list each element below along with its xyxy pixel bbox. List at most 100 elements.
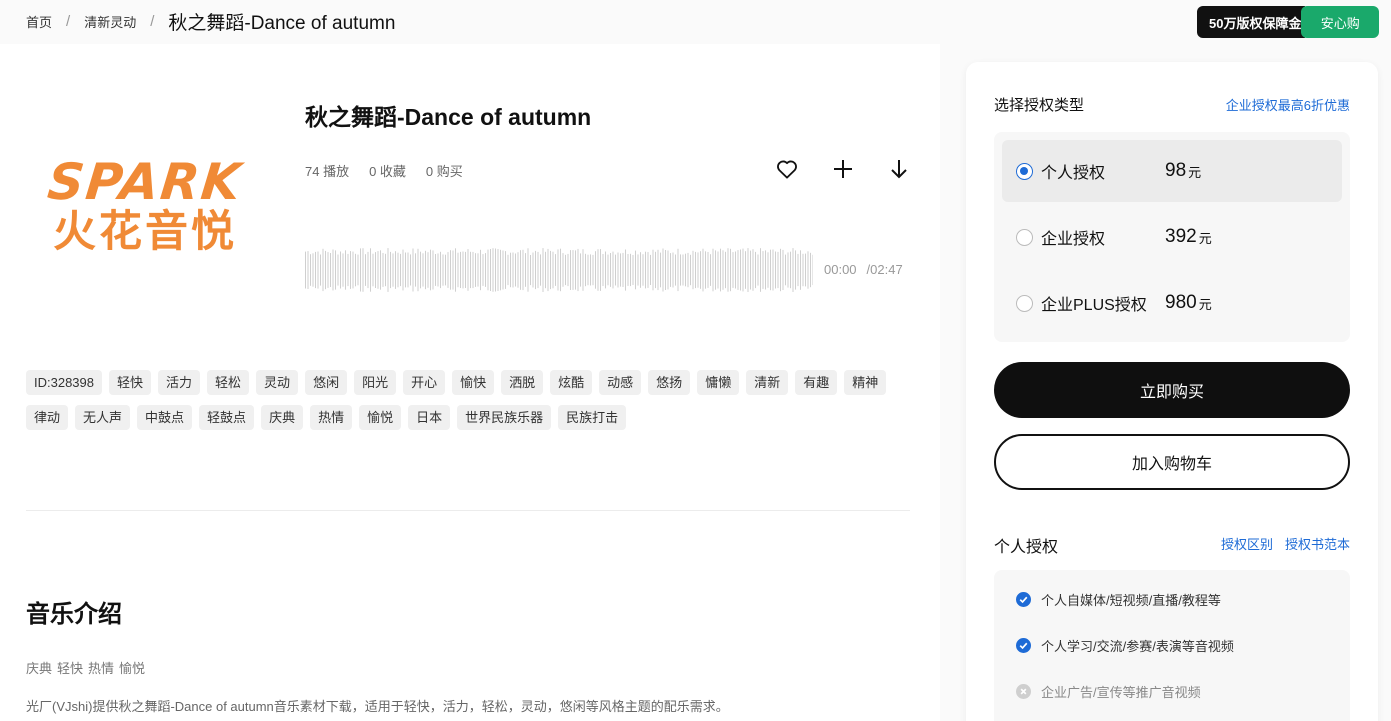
logo-text-bottom: 火花音悦 [53, 207, 237, 258]
tag[interactable]: 愉悦 [359, 405, 402, 430]
waveform-bar [395, 251, 396, 289]
intro-tag[interactable]: 轻快 [57, 658, 83, 677]
time-display: 00:00 /02:47 [824, 262, 903, 277]
buy-now-button[interactable]: 立即购买 [994, 362, 1350, 418]
intro-tag[interactable]: 愉悦 [119, 658, 145, 677]
tag[interactable]: 中鼓点 [137, 405, 193, 430]
waveform-bar [812, 254, 813, 286]
waveform-bar [435, 254, 436, 286]
waveform-bar [447, 252, 449, 288]
waveform-bar [412, 248, 414, 292]
waveform-bar [477, 253, 479, 287]
track-actions [774, 156, 912, 182]
waveform-bar [660, 252, 661, 288]
waveform-bar [617, 252, 619, 288]
tag[interactable]: 悠扬 [648, 370, 691, 395]
waveform-bar [345, 250, 346, 290]
tag[interactable]: 愉快 [452, 370, 495, 395]
tag[interactable]: 热情 [310, 405, 353, 430]
tag[interactable]: 庆典 [261, 405, 304, 430]
license-option-name: 企业PLUS授权 [1041, 297, 1147, 314]
waveform-bar [752, 249, 754, 291]
favorite-button[interactable] [774, 156, 800, 182]
license-sample-link[interactable]: 授权书范本 [1285, 534, 1350, 553]
waveform-bar [785, 254, 786, 286]
waveform-bar [710, 254, 711, 286]
tag[interactable]: 慵懒 [697, 370, 740, 395]
waveform-bar [552, 251, 554, 289]
license-diff-link[interactable]: 授权区别 [1221, 534, 1273, 553]
waveform-bar [337, 254, 339, 286]
waveform-bar [365, 254, 366, 286]
tag[interactable]: 动感 [599, 370, 642, 395]
license-panel: 选择授权类型 企业授权最高6折优惠 个人授权 98 元企业授权 392 元企业PLUS授… [966, 62, 1378, 721]
license-option[interactable]: 企业授权 392 元 [1002, 206, 1342, 268]
waveform-bar [755, 251, 756, 289]
breadcrumb-category[interactable]: 清新灵动 [84, 12, 136, 31]
waveform-bar [692, 250, 694, 290]
waveform-bar [722, 250, 724, 290]
tag[interactable]: 有趣 [795, 370, 838, 395]
tag[interactable]: 民族打击 [558, 405, 627, 430]
add-to-cart-button[interactable]: 加入购物车 [994, 434, 1350, 490]
waveform-bar [410, 254, 411, 286]
tag[interactable]: 精神 [844, 370, 887, 395]
breadcrumb-separator: / [150, 12, 155, 30]
tag-list: ID:328398 轻快 活力 轻松 灵动 悠闲 阳光 开心 愉快 洒脱 炫酷 动感 悠扬 慵懒 清新 有趣精… [26, 370, 916, 430]
tag[interactable]: 活力 [158, 370, 201, 395]
waveform-bar [620, 253, 621, 287]
tag[interactable]: 炫酷 [550, 370, 593, 395]
tag[interactable]: 日本 [408, 405, 451, 430]
waveform-bar [682, 254, 684, 286]
divider [26, 510, 910, 511]
waveform-bar [790, 251, 791, 289]
waveform-bar [677, 248, 679, 292]
tag[interactable]: 开心 [403, 370, 446, 395]
waveform-bar [432, 250, 434, 290]
breadcrumb: 首页 / 清新灵动 / 秋之舞蹈-Dance of autumn [26, 10, 395, 34]
license-option[interactable]: 个人授权 98 元 [1002, 140, 1342, 202]
radio-button[interactable] [1016, 294, 1033, 312]
waveform-bar [530, 255, 531, 286]
waveform-bar [352, 251, 354, 289]
waveform-bar [670, 253, 671, 287]
tag[interactable]: 清新 [746, 370, 789, 395]
waveform-bar [767, 252, 769, 288]
radio-button[interactable] [1016, 162, 1033, 180]
tag[interactable]: 轻鼓点 [199, 405, 255, 430]
waveform-player[interactable] [305, 248, 813, 292]
intro-tag[interactable]: 热情 [88, 658, 114, 677]
tag[interactable]: 世界民族乐器 [457, 405, 552, 430]
scope-item: 企业广告/宣传等推广音视频 [1016, 680, 1350, 703]
plus-icon [834, 160, 852, 178]
intro-tag[interactable]: 庆典 [26, 658, 52, 677]
tag[interactable]: 洒脱 [501, 370, 544, 395]
waveform-bar [440, 251, 441, 289]
tag[interactable]: 悠闲 [305, 370, 348, 395]
waveform-bar [657, 249, 659, 291]
tag[interactable]: 轻松 [207, 370, 250, 395]
tag[interactable]: 阳光 [354, 370, 397, 395]
cover-image: SPARK 火花音悦 [26, 88, 264, 326]
tag[interactable]: 轻快 [109, 370, 152, 395]
tag[interactable]: 无人声 [75, 405, 131, 430]
waveform-bar [775, 251, 776, 289]
license-option-price: 392 [1165, 226, 1197, 247]
tag[interactable]: 灵动 [256, 370, 299, 395]
waveform-bar [735, 251, 736, 289]
add-to-list-button[interactable] [830, 156, 856, 182]
download-button[interactable] [886, 156, 912, 182]
waveform-bar [612, 251, 614, 289]
waveform-bar [427, 252, 429, 288]
license-option[interactable]: 企业PLUS授权 980 元 [1002, 272, 1342, 334]
radio-button[interactable] [1016, 228, 1033, 246]
breadcrumb-home[interactable]: 首页 [26, 12, 52, 31]
tag[interactable]: ID:328398 [26, 370, 102, 395]
waveform-bar [500, 249, 501, 291]
enterprise-promo-link[interactable]: 企业授权最高6折优惠 [1226, 95, 1350, 114]
waveform-bar [707, 252, 709, 288]
tag[interactable]: 律动 [26, 405, 69, 430]
waveform-bar [537, 251, 539, 289]
waveform-bar [317, 251, 319, 289]
guarantee-badge[interactable]: 50万版权保障金 安心购 [1197, 6, 1379, 38]
